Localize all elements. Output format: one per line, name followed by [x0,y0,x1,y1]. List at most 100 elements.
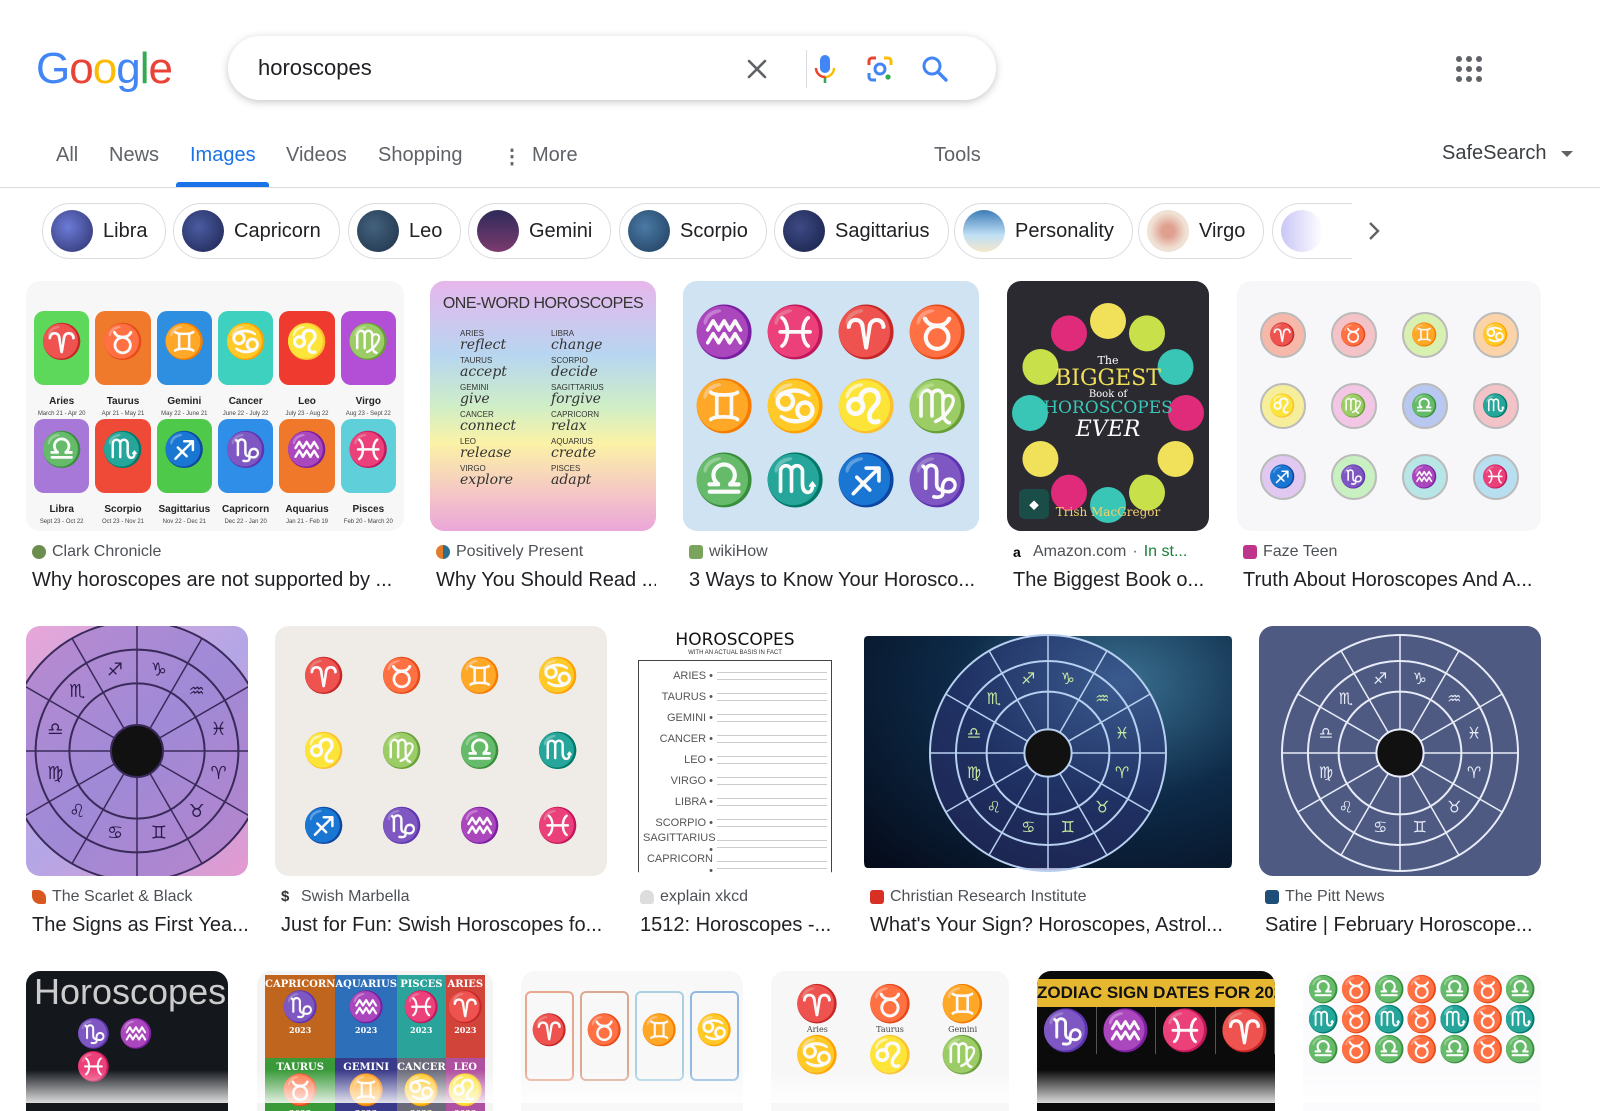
chip-sagittarius[interactable]: Sagittarius [774,203,949,259]
google-lens-icon[interactable] [863,52,897,86]
result-source[interactable]: explain xkcd [640,888,748,906]
tab-news[interactable]: News [109,144,159,167]
zodiac-tile: ♑ Capricorn Dec 22 - Jan 20 [217,419,274,525]
wheel-glyph: ♒ [189,681,205,702]
result-image[interactable]: The BIGGEST Book of HOROSCOPES EVER Tris… [1007,281,1209,531]
chip-scorpio[interactable]: Scorpio [619,203,767,259]
logo-letter: o [69,44,94,93]
pattern-glyph: ♏ [1438,1005,1472,1035]
result-image[interactable]: ♈ ♉ ♊ ♋ ♌ ♍ ♎ ♏ ♐ ♑ ♒ ♓ [26,626,248,876]
result-source[interactable]: a Amazon.com · In st... [1013,543,1187,561]
result-title[interactable]: Why You Should Read ... [436,569,656,592]
chip-personality[interactable]: Personality [954,203,1133,259]
result-title[interactable]: Satire | February Horoscope... [1265,914,1541,937]
logo-letter: e [148,44,173,93]
wheel-glyph: ♊ [1413,817,1427,836]
tab-all[interactable]: All [56,144,78,167]
result-source[interactable]: The Scarlet & Black [32,888,193,906]
poster-cell: ARIES ♈ 2023 [445,975,485,1058]
one-word-entry: GEMINI give [460,383,490,407]
result-source[interactable]: wikiHow [689,543,768,561]
wheel-glyph: ♐ [107,659,123,680]
chip-label: Sagittarius [835,219,930,242]
sketch-glyph: ♉ [380,655,424,696]
comic-row: ARIES • [643,665,827,686]
result-image[interactable]: ♒ ♓ ♈ ♉ ♊ ♋ ♌ ♍ ♎ ♏ ♐ ♑ [683,281,979,531]
safesearch-dropdown[interactable]: SafeSearch [1442,142,1573,165]
search-icon[interactable] [918,52,952,86]
zodiac-tile-dates: March 21 - Apr 20 [37,411,86,417]
site-favicon [32,890,46,904]
result-source[interactable]: The Pitt News [1265,888,1385,906]
result-title[interactable]: The Biggest Book o... [1013,569,1209,592]
result-title[interactable]: Just for Fun: Swish Horoscopes fo... [281,914,607,937]
book-sign-circle [1129,315,1165,352]
search-input[interactable] [258,36,718,100]
source-name: Faze Teen [1263,543,1338,560]
chip-capricorn[interactable]: Capricorn [173,203,340,259]
chip-partial[interactable] [1272,203,1352,259]
result-source[interactable]: Positively Present [436,543,583,561]
sketch-glyph: ♎ [458,730,502,771]
sketch-glyph: ♌ [302,730,346,771]
result-title[interactable]: What's Your Sign? Horoscopes, Astrol... [870,914,1230,937]
result-source[interactable]: Faze Teen [1243,543,1337,561]
chip-leo[interactable]: Leo [348,203,462,259]
tab-shopping[interactable]: Shopping [378,144,463,167]
result-title[interactable]: 3 Ways to Know Your Horosco... [689,569,979,592]
wheel-glyph: ♏ [987,689,1001,708]
wheel-glyph: ♓ [1115,723,1129,742]
wheel-glyph: ♍ [1319,763,1333,782]
sketch-glyph: ♑ [380,806,424,847]
wheel-glyph: ♓ [1467,723,1481,742]
wheel-glyph: ♑ [151,659,167,680]
dates-glyph: ♈ [1216,1007,1275,1054]
zodiac-tile-label: Leo [298,396,316,407]
result-source[interactable]: Clark Chronicle [32,543,161,561]
result-image[interactable]: ONE-WORD HOROSCOPES ARIES reflect LIBRA cha… [430,281,656,531]
source-name: Christian Research Institute [890,888,1087,905]
zodiac-tile-dates: Dec 22 - Jan 20 [224,519,267,525]
chip-libra[interactable]: Libra [42,203,167,259]
apps-grid-icon[interactable] [1456,56,1482,82]
result-title[interactable]: The Signs as First Yea... [32,914,252,937]
zodiac-tile: ♍ Virgo Aug 23 - Sept 22 [340,311,396,417]
result-title[interactable]: Truth About Horoscopes And A... [1243,569,1539,592]
pattern-glyph: ♎ [1307,975,1340,1005]
result-image[interactable]: ♈ ♉ ♊ ♋ ♌ ♍ ♎ ♏ ♐ ♑ ♒ ♓ [864,626,1232,876]
result-image[interactable]: ♈ ♉ ♊ ♋ ♌ ♍ ♎ ♏ ♐ ♑ ♒ ♓ [1237,281,1541,531]
result-title[interactable]: Why horoscopes are not supported by ... [32,569,402,592]
result-source[interactable]: $ Swish Marbella [281,888,409,906]
chip-gemini[interactable]: Gemini [468,203,612,259]
sketch-glyph: ♋ [536,655,580,696]
tools-button[interactable]: Tools [934,144,981,167]
google-logo[interactable]: Google [36,44,173,94]
zodiac-glyph: ♏ [764,450,827,509]
chevron-right-icon[interactable] [1354,211,1394,251]
zodiac-tile-dates: July 23 - Aug 22 [285,411,329,417]
tab-videos[interactable]: Videos [286,144,347,167]
tab-images[interactable]: Images [190,144,256,167]
chip-virgo[interactable]: Virgo [1138,203,1265,259]
zodiac-tile: ♉ Taurus Apr 21 - May 21 [95,311,151,417]
tab-more[interactable]: ⋮ More [502,144,578,169]
chip-thumbnail [1147,210,1189,252]
result-image[interactable]: ♈ ♉ ♊ ♋ ♌ ♍ ♎ ♏ ♐ ♑ ♒ ♓ [275,626,607,876]
zodiac-tile: ♋ Cancer June 22 - July 22 [217,311,274,417]
result-image[interactable]: HOROSCOPES WITH AN ACTUAL BASIS IN FACT … [634,626,836,876]
microphone-icon[interactable] [808,52,842,86]
wheel-glyph: ♌ [69,801,85,822]
wheel-glyph: ♐ [1373,669,1387,688]
result-title[interactable]: 1512: Horoscopes -... [640,914,836,937]
result-source[interactable]: Christian Research Institute [870,888,1087,906]
pattern-glyph: ♎ [1438,975,1472,1005]
clear-icon[interactable] [740,52,774,86]
result-image[interactable]: ♈ Aries March 21 - Apr 20 ♉ Taurus Apr 21 - M… [26,281,404,531]
logo-letter: o [92,44,118,93]
result-image[interactable]: ♈ ♉ ♊ ♋ ♌ ♍ ♎ ♏ ♐ ♑ ♒ ♓ [1259,626,1541,876]
wheel-glyph: ♎ [967,723,981,742]
book-sign-circle [1051,315,1087,352]
site-favicon: $ [281,888,290,905]
search-tabs: All News Images Videos Shopping ⋮ More T… [0,130,1600,188]
wheel-glyph: ♑ [1413,669,1427,688]
